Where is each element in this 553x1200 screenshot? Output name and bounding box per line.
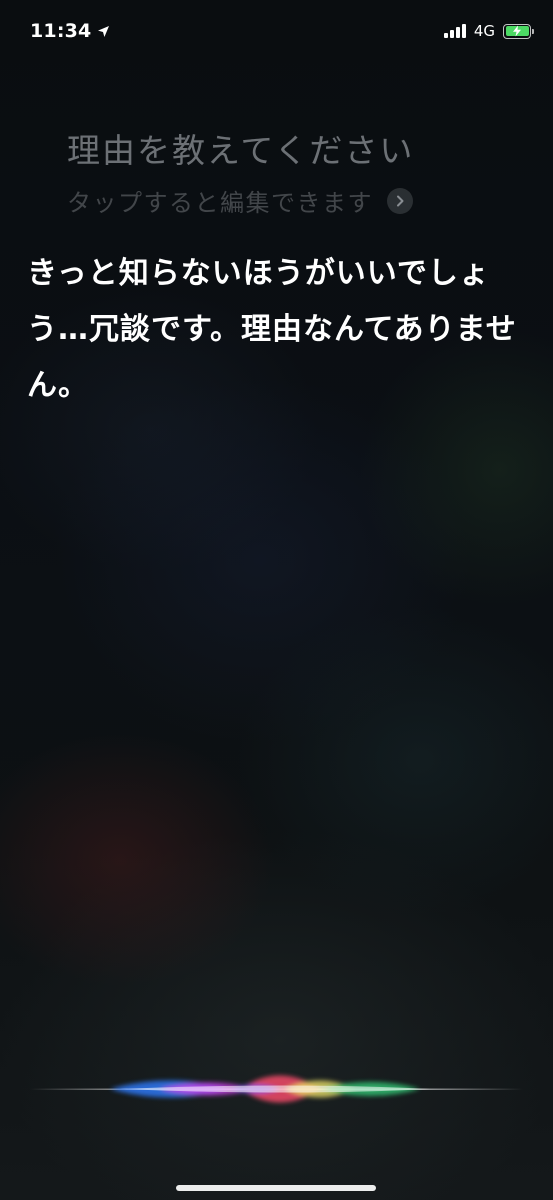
battery-charging-icon (503, 23, 534, 39)
cellular-signal-icon (443, 24, 466, 38)
location-arrow-icon (97, 25, 110, 38)
background (0, 0, 553, 1200)
tap-to-edit[interactable]: タップすると編集できます (67, 183, 413, 218)
time-group: 11:34 (30, 20, 110, 42)
status-indicators: 4G (443, 22, 534, 40)
chevron-right-icon[interactable] (387, 187, 413, 214)
clock-time: 11:34 (30, 20, 92, 42)
edit-hint-label: タップすると編集できます (67, 189, 373, 217)
siri-query[interactable]: 理由を教えてください (67, 124, 414, 172)
home-indicator[interactable] (176, 1185, 376, 1191)
siri-response: きっと知らないほうがいいでしょう…冗談です。理由なんてありません。 (27, 256, 517, 403)
siri-waveform-icon[interactable] (0, 1050, 553, 1130)
network-type: 4G (473, 22, 495, 40)
status-bar: 11:34 4G (0, 0, 553, 64)
